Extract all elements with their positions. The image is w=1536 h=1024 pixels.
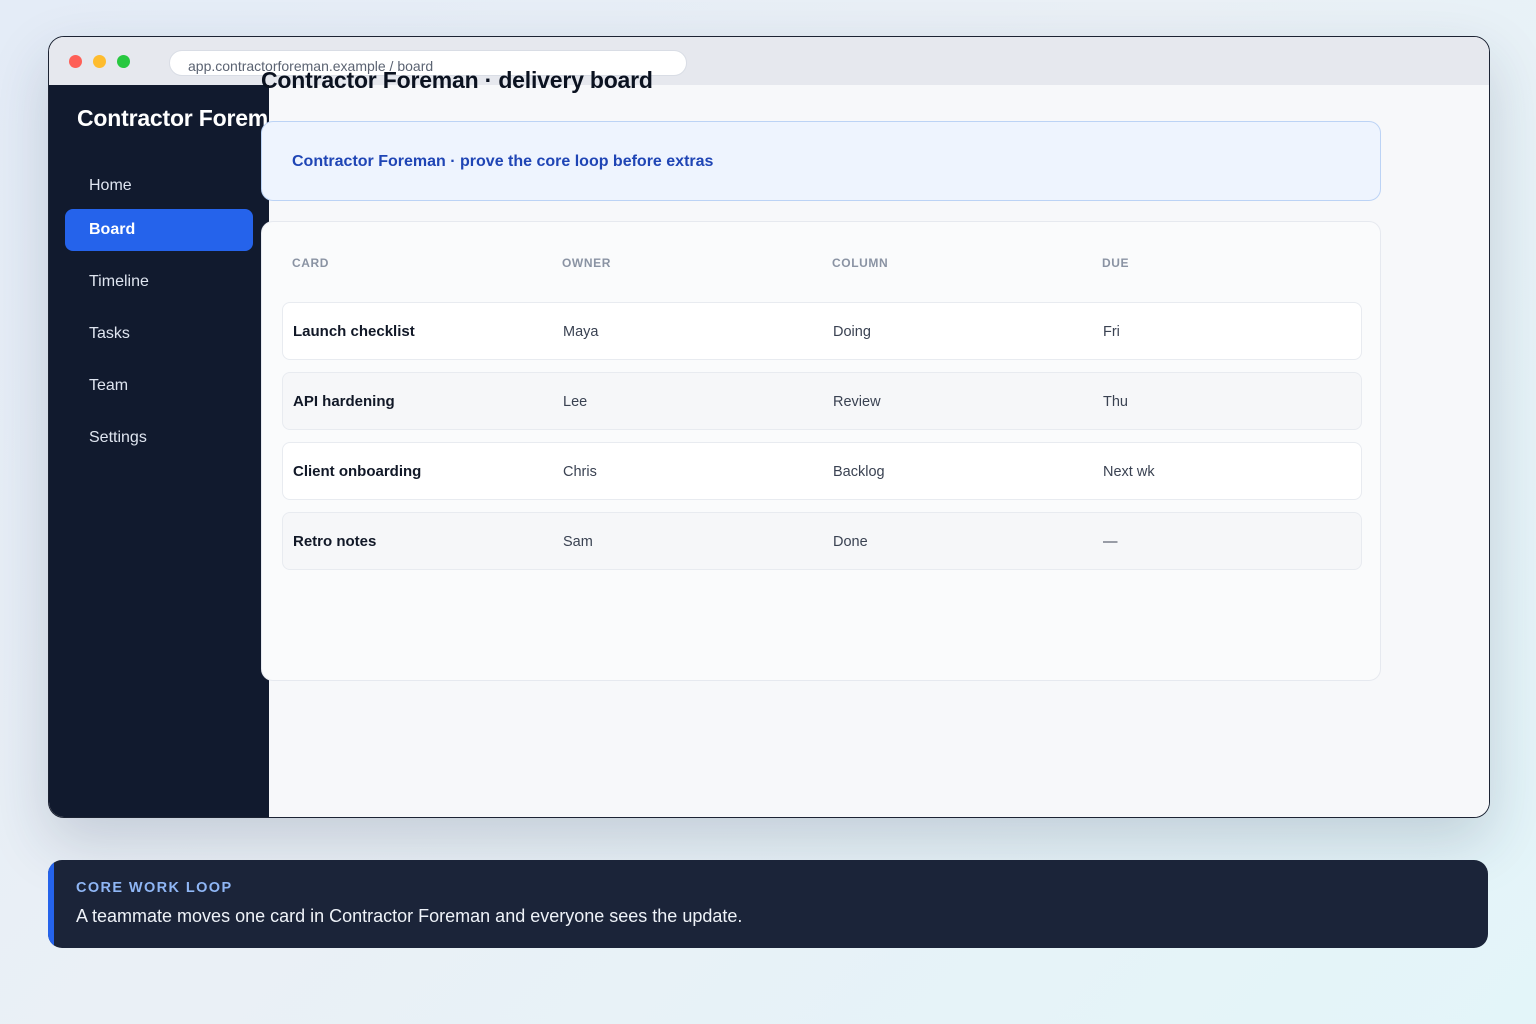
brand-name: Contractor Foreman bbox=[77, 105, 267, 131]
sidebar: Contractor Foreman Home Board Timeline T… bbox=[49, 85, 269, 817]
app-window: app.contractorforeman.example / board Co… bbox=[48, 36, 1490, 818]
callout-accent-bar bbox=[48, 860, 54, 948]
sidebar-item-team[interactable]: Team bbox=[65, 365, 253, 407]
column-header-card: CARD bbox=[292, 256, 330, 270]
sidebar-item-board[interactable]: Board bbox=[65, 209, 253, 251]
sidebar-item-tasks[interactable]: Tasks bbox=[65, 313, 253, 355]
card-owner: Chris bbox=[563, 464, 597, 480]
card-due: Fri bbox=[1103, 324, 1120, 340]
card-owner: Lee bbox=[563, 394, 588, 410]
page-title: Contractor Foreman · delivery board bbox=[261, 67, 653, 93]
card-owner: Sam bbox=[563, 534, 593, 550]
close-window-dot[interactable] bbox=[69, 55, 82, 68]
core-loop-callout: CORE WORK LOOP A teammate moves one card… bbox=[48, 860, 1488, 948]
table-row[interactable]: Launch checklist Maya Doing Fri bbox=[282, 302, 1362, 360]
card-owner: Maya bbox=[563, 324, 599, 340]
board-table: CARD OWNER COLUMN DUE Launch checklist M… bbox=[261, 221, 1381, 681]
maximize-window-dot[interactable] bbox=[117, 55, 130, 68]
card-due: — bbox=[1103, 534, 1118, 550]
card-due: Thu bbox=[1103, 394, 1128, 410]
column-header-column: COLUMN bbox=[832, 256, 889, 270]
card-column: Done bbox=[833, 534, 868, 550]
card-title: Client onboarding bbox=[293, 463, 422, 480]
sidebar-item-home[interactable]: Home bbox=[65, 165, 253, 207]
card-column: Review bbox=[833, 394, 881, 410]
table-row[interactable]: Client onboarding Chris Backlog Next wk bbox=[282, 442, 1362, 500]
card-due: Next wk bbox=[1103, 464, 1155, 480]
minimize-window-dot[interactable] bbox=[93, 55, 106, 68]
card-title: API hardening bbox=[293, 393, 395, 410]
sidebar-item-settings[interactable]: Settings bbox=[65, 417, 253, 459]
table-row[interactable]: API hardening Lee Review Thu bbox=[282, 372, 1362, 430]
card-column: Doing bbox=[833, 324, 871, 340]
column-header-due: DUE bbox=[1102, 256, 1130, 270]
column-header-owner: OWNER bbox=[562, 256, 611, 270]
goal-banner: Contractor Foreman · prove the core loop… bbox=[261, 121, 1381, 201]
table-row[interactable]: Retro notes Sam Done — bbox=[282, 512, 1362, 570]
callout-kicker: CORE WORK LOOP bbox=[76, 880, 233, 896]
card-title: Retro notes bbox=[293, 533, 377, 550]
card-title: Launch checklist bbox=[293, 323, 415, 340]
callout-text: A teammate moves one card in Contractor … bbox=[76, 906, 743, 926]
card-column: Backlog bbox=[833, 464, 885, 480]
sidebar-item-timeline[interactable]: Timeline bbox=[65, 261, 253, 303]
